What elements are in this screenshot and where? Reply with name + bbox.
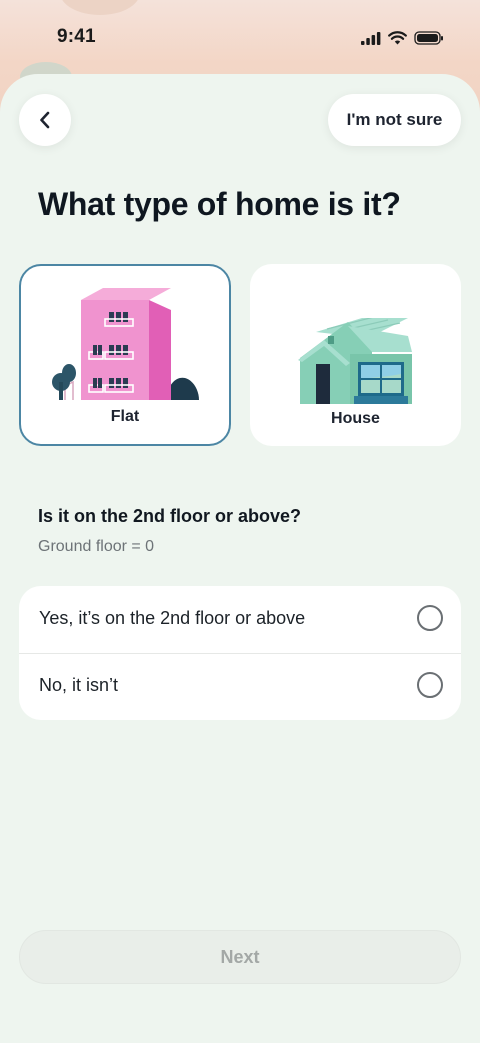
signal-icon: [361, 31, 381, 45]
floor-option-no-label: No, it isn’t: [39, 675, 119, 695]
floor-hint: Ground floor = 0: [38, 538, 155, 555]
floor-option-yes-label: Yes, it’s on the 2nd floor or above: [39, 608, 306, 628]
home-type-flat-label: Flat: [110, 408, 140, 425]
battery-icon: [414, 31, 443, 45]
floor-option-yes-radio[interactable]: [417, 605, 443, 631]
floor-question: Is it on the 2nd floor or above?: [38, 506, 302, 526]
home-type-flat-card[interactable]: Flat: [19, 264, 231, 446]
home-type-house-label: House: [331, 410, 380, 427]
next-button[interactable]: Next: [19, 930, 461, 984]
chevron-left-icon: [40, 111, 50, 129]
floor-option-no-radio[interactable]: [417, 672, 443, 698]
house-icon: [298, 318, 412, 404]
back-button[interactable]: [19, 94, 71, 146]
floor-option-yes[interactable]: Yes, it’s on the 2nd floor or above: [19, 586, 461, 654]
page-title: What type of home is it?: [38, 186, 401, 222]
status-time: 9:41: [57, 26, 96, 47]
wifi-icon: [388, 31, 407, 45]
flat-building-icon: [52, 288, 199, 400]
status-icons: [361, 31, 444, 45]
status-bar: 9:41: [0, 0, 480, 76]
floor-options: Yes, it’s on the 2nd floor or above No, …: [19, 586, 461, 720]
not-sure-button[interactable]: I'm not sure: [328, 94, 461, 146]
floor-option-no[interactable]: No, it isn’t: [19, 653, 461, 720]
home-type-house-card[interactable]: House: [250, 264, 461, 446]
